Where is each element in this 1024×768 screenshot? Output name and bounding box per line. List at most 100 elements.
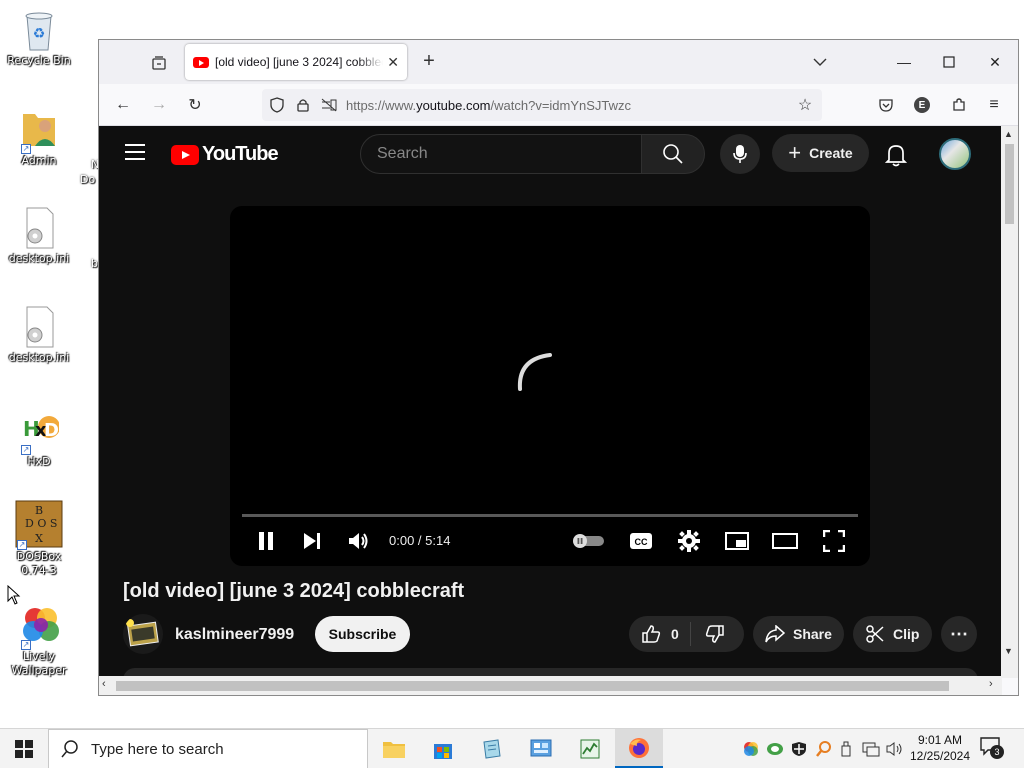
scroll-down-arrow-icon[interactable]: ▼	[1004, 646, 1013, 656]
search-button[interactable]	[641, 134, 705, 174]
permissions-icon[interactable]	[318, 98, 340, 112]
settings-file-icon	[19, 305, 59, 349]
extensions-puzzle-icon[interactable]	[947, 93, 971, 117]
firefox-icon	[629, 737, 649, 758]
desktop-icon-desktop-ini-2[interactable]: desktop.ini	[1, 305, 77, 365]
thumbs-up-icon	[642, 625, 661, 643]
desktop-icon-label: Recycle Bin	[7, 54, 71, 67]
subtitles-button[interactable]: CC	[629, 528, 653, 554]
bookmark-star-icon[interactable]: ☆	[793, 93, 817, 117]
notification-center-button[interactable]: 3	[980, 737, 1004, 761]
tab-youtube[interactable]: [old video] [june 3 2024] cobblecraft ✕	[185, 44, 407, 80]
maximize-button[interactable]	[937, 50, 961, 74]
close-window-button[interactable]: ✕	[983, 50, 1007, 74]
windows-logo-icon	[15, 740, 33, 758]
mouse-cursor-icon	[7, 585, 21, 605]
notifications-bell-icon[interactable]	[884, 143, 909, 167]
more-horizontal-icon: ⋯	[950, 623, 968, 644]
youtube-play-logo-icon	[171, 144, 199, 165]
share-button[interactable]: Share	[753, 616, 844, 652]
pocket-icon[interactable]	[874, 93, 898, 117]
autoplay-toggle[interactable]	[572, 528, 606, 554]
security-shield-tray-icon[interactable]	[791, 741, 807, 760]
video-player[interactable]: 0:00 / 5:14 CC	[230, 206, 870, 566]
miniplayer-button[interactable]	[725, 528, 749, 554]
taskbar-file-explorer[interactable]	[370, 729, 418, 768]
minimize-button[interactable]: —	[892, 50, 916, 74]
taskbar: 9:01 AM 12/25/2024 3	[0, 728, 1024, 768]
lock-icon[interactable]	[292, 98, 314, 112]
vertical-scroll-thumb[interactable]	[1005, 144, 1014, 224]
plus-icon: +	[788, 140, 802, 165]
network-share-tray-icon[interactable]	[766, 741, 784, 760]
start-button[interactable]	[0, 729, 48, 768]
channel-name[interactable]: kaslmineer7999	[175, 626, 294, 644]
taskbar-control-panel[interactable]	[517, 729, 565, 768]
desktop-icon-lively-wallpaper[interactable]: ↗ Lively Wallpaper	[1, 604, 77, 678]
horizontal-scrollbar[interactable]: ‹ ›	[99, 676, 1002, 695]
account-avatar-icon[interactable]: E	[910, 93, 934, 117]
clip-button[interactable]: Clip	[853, 616, 932, 652]
fullscreen-button[interactable]	[822, 528, 846, 554]
dislike-button[interactable]	[691, 624, 725, 644]
account-avatar[interactable]	[939, 138, 971, 170]
youtube-logo[interactable]: YouTube	[171, 143, 279, 166]
close-tab-icon[interactable]: ✕	[387, 54, 399, 71]
desktop-icon-recycle-bin[interactable]: ♻ Recycle Bin	[1, 8, 77, 68]
taskbar-notepad[interactable]	[468, 729, 516, 768]
next-button[interactable]	[300, 528, 324, 554]
usb-device-tray-icon[interactable]	[840, 741, 852, 760]
address-bar[interactable]: https://www.youtube.com/watch?v=idmYnSJT…	[262, 89, 822, 121]
desktop-icon-desktop-ini-1[interactable]: desktop.ini	[1, 206, 77, 266]
create-button[interactable]: + Create	[772, 134, 869, 172]
desktop-icon-label: DOSBox 0.74-3	[16, 550, 62, 577]
taskbar-search-input[interactable]	[91, 740, 351, 758]
app-menu-hamburger-icon[interactable]: ≡	[982, 93, 1006, 117]
theater-mode-button[interactable]	[772, 528, 798, 554]
vertical-scrollbar[interactable]: ▲ ▼	[1001, 126, 1018, 678]
url-text[interactable]: https://www.youtube.com/watch?v=idmYnSJT…	[346, 98, 631, 113]
subscribe-button[interactable]: Subscribe	[315, 616, 410, 652]
like-button[interactable]: 0	[629, 622, 691, 646]
search-input[interactable]	[361, 135, 621, 173]
desktop-icon-admin[interactable]: ↗ Admin	[1, 108, 77, 168]
settings-button[interactable]	[677, 528, 701, 554]
color-wheel-tray-icon[interactable]	[743, 741, 759, 760]
search-tool-tray-icon[interactable]	[816, 741, 832, 760]
shortcut-arrow-icon: ↗	[21, 640, 31, 650]
scroll-up-arrow-icon[interactable]: ▲	[1004, 129, 1013, 139]
network-tray-icon[interactable]	[862, 741, 880, 760]
desktop-icon-dosbox[interactable]: BD O S X ↗ DOSBox 0.74-3	[1, 500, 77, 578]
guide-menu-icon[interactable]	[125, 144, 145, 165]
progress-bar[interactable]	[242, 514, 858, 517]
list-all-tabs-chevron-icon[interactable]	[808, 50, 832, 74]
forward-button[interactable]: →	[147, 93, 171, 117]
scissors-icon	[866, 625, 884, 643]
desktop-icon-label: Admin	[21, 154, 57, 167]
shield-icon[interactable]	[266, 97, 288, 113]
desktop-icon-hxd[interactable]: HxD ↗ HxD	[1, 409, 77, 469]
taskbar-firefox[interactable]	[615, 729, 663, 768]
reload-button[interactable]: ↻	[183, 93, 207, 117]
tab-title: [old video] [june 3 2024] cobblecraft	[215, 55, 383, 69]
scroll-right-arrow-icon[interactable]: ›	[989, 678, 993, 690]
back-button[interactable]: ←	[111, 93, 135, 117]
channel-avatar[interactable]	[123, 614, 163, 654]
more-actions-button[interactable]: ⋯	[941, 616, 977, 652]
pause-button[interactable]	[254, 528, 278, 554]
url-domain: youtube.com	[416, 97, 491, 113]
tab-bar: [old video] [june 3 2024] cobblecraft ✕ …	[99, 40, 1018, 84]
system-clock[interactable]: 9:01 AM 12/25/2024	[900, 732, 980, 764]
taskbar-search-box[interactable]	[48, 729, 368, 768]
tab-list-button[interactable]	[147, 52, 171, 74]
volume-button[interactable]	[347, 528, 371, 554]
scroll-left-arrow-icon[interactable]: ‹	[102, 678, 106, 690]
taskbar-task-manager[interactable]	[566, 729, 614, 768]
taskbar-store[interactable]	[419, 729, 467, 768]
voice-search-button[interactable]	[720, 134, 760, 174]
new-tab-button[interactable]: +	[417, 50, 441, 73]
svg-text:D O S: D O S	[25, 517, 57, 530]
horizontal-scroll-thumb[interactable]	[116, 681, 949, 691]
svg-text:D: D	[44, 420, 59, 441]
gear-icon	[678, 530, 700, 552]
